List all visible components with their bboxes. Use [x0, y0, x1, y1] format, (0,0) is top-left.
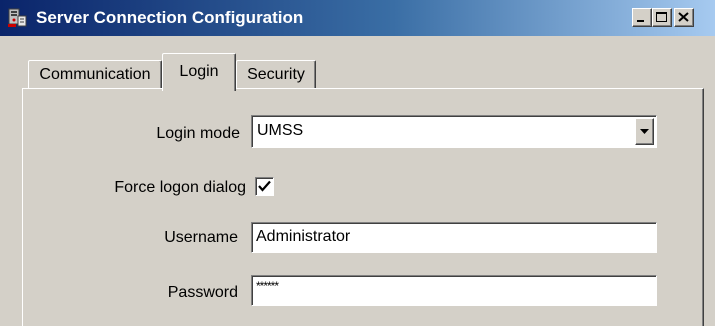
- username-field[interactable]: Administrator: [251, 222, 657, 253]
- login-mode-value: UMSS: [257, 122, 304, 139]
- minimize-icon: [637, 20, 644, 22]
- server-connection-icon: [7, 8, 27, 28]
- login-mode-dropdown-button[interactable]: [635, 118, 654, 145]
- username-label: Username: [164, 229, 238, 246]
- force-logon-dialog-checkbox[interactable]: [255, 177, 274, 196]
- login-mode-select[interactable]: UMSS: [251, 115, 657, 148]
- password-field[interactable]: ******: [251, 275, 657, 306]
- server-connection-configuration-window: Server Connection Configuration Communic…: [0, 0, 715, 326]
- close-icon: [678, 12, 689, 22]
- password-label: Password: [167, 284, 238, 301]
- tab-communication-label: Communication: [39, 66, 151, 83]
- chevron-down-icon: [640, 129, 649, 134]
- password-value: ******: [256, 279, 279, 293]
- window-title: Server Connection Configuration: [36, 8, 304, 27]
- tab-security[interactable]: Security: [236, 60, 316, 88]
- title-bar[interactable]: Server Connection Configuration: [0, 0, 715, 36]
- minimize-button[interactable]: [632, 8, 652, 27]
- tab-security-label: Security: [247, 66, 305, 83]
- close-button[interactable]: [674, 8, 694, 27]
- tab-communication[interactable]: Communication: [28, 60, 162, 88]
- force-logon-dialog-label: Force logon dialog: [114, 179, 246, 196]
- maximize-icon: [656, 12, 667, 22]
- maximize-button[interactable]: [652, 8, 672, 27]
- tab-login[interactable]: Login: [162, 53, 236, 91]
- username-value: Administrator: [256, 228, 351, 245]
- checkmark-icon: [258, 180, 271, 192]
- login-mode-label: Login mode: [156, 125, 240, 142]
- tab-login-label: Login: [179, 63, 219, 80]
